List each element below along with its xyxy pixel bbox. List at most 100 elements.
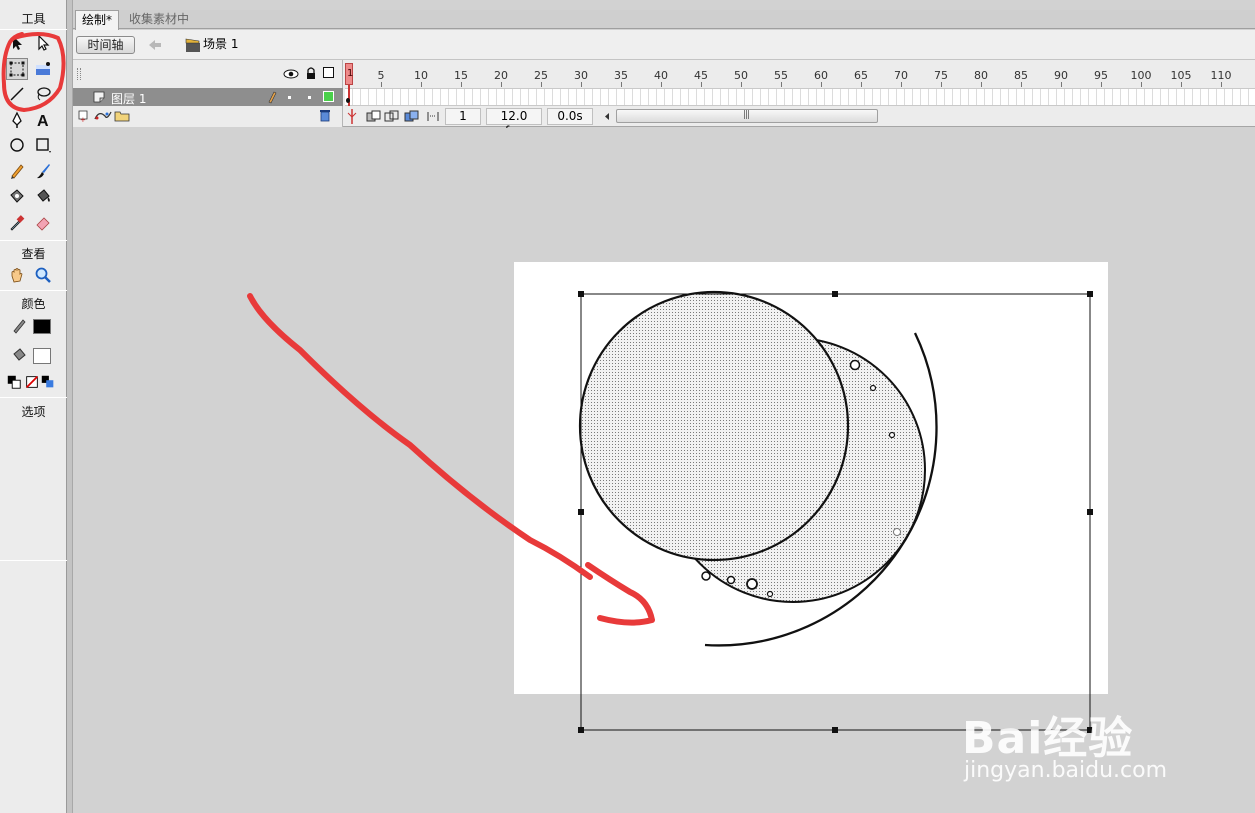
ruler-number: 35	[614, 69, 628, 82]
ruler-number: 105	[1170, 69, 1192, 82]
tab-draw[interactable]: 绘制*	[75, 10, 120, 30]
layer-outline-color-swatch[interactable]	[323, 91, 334, 102]
ruler-tick	[581, 82, 582, 87]
toolbox-panel: 工具 A 查看 颜色 选项	[0, 0, 67, 813]
ruler-number: 70	[894, 69, 908, 82]
frame-ruler[interactable]: 5 10 15 20 25 30 35 40 45 50 55 60 65 70 75 80 85 90 95 100…	[345, 63, 1255, 87]
watermark-logo: Bai经验	[962, 713, 1134, 764]
frame-strip[interactable]	[345, 88, 1255, 106]
ruler-tick	[461, 82, 462, 87]
scene-label[interactable]: 场景 1	[203, 37, 238, 52]
paint-bucket-tool-icon[interactable]	[32, 185, 54, 207]
elapsed-time-field[interactable]: 0.0s	[547, 108, 593, 125]
ruler-number: 95	[1094, 69, 1108, 82]
ruler-tick	[1141, 82, 1142, 87]
ruler-tick	[1061, 82, 1062, 87]
current-frame-field[interactable]: 1	[445, 108, 481, 125]
ruler-number: 40	[654, 69, 668, 82]
ruler-tick	[981, 82, 982, 87]
view-section-title: 查看	[21, 247, 46, 261]
ruler-tick	[1181, 82, 1182, 87]
document-tab-bar: 绘制* 收集素材中	[73, 10, 1255, 30]
edit-multiple-frames-icon[interactable]	[404, 110, 420, 123]
ruler-tick	[1021, 82, 1022, 87]
pencil-tool-icon[interactable]	[6, 160, 28, 182]
tab-collect-materials[interactable]: 收集素材中	[123, 10, 195, 29]
ruler-number: 55	[774, 69, 788, 82]
fill-color-bucket-icon	[8, 344, 30, 366]
ruler-number: 5	[377, 69, 385, 82]
ruler-tick	[1221, 82, 1222, 87]
rectangle-tool-icon[interactable]	[32, 134, 54, 156]
ruler-tick	[861, 82, 862, 87]
ruler-tick	[381, 82, 382, 87]
ruler-number: 25	[534, 69, 548, 82]
ruler-number: 65	[854, 69, 868, 82]
ruler-tick	[781, 82, 782, 87]
annotation-circle	[1, 32, 66, 113]
ruler-number: 15	[454, 69, 468, 82]
scene-clapper-icon	[185, 38, 200, 52]
outline-icon[interactable]	[323, 67, 334, 78]
timeline-panel: 图层 1 + 5 10 15 20 25 30 35 40 45 50 55 60 65 70 75 80 85…	[73, 60, 1255, 138]
center-frame-icon[interactable]	[346, 109, 358, 124]
stage-canvas[interactable]	[514, 262, 1108, 694]
options-section-title: 选项	[21, 405, 46, 419]
ruler-number: 80	[974, 69, 988, 82]
scrollbar-grip[interactable]: |||	[743, 110, 750, 120]
visibility-dot[interactable]	[288, 96, 291, 99]
edit-bar: 时间轴 场景 1	[73, 30, 1255, 60]
playhead[interactable]: 1	[345, 63, 353, 85]
eyedropper-tool-icon[interactable]	[6, 211, 28, 233]
eraser-tool-icon[interactable]	[32, 211, 54, 233]
ruler-tick	[501, 82, 502, 87]
default-colors-icon[interactable]	[6, 371, 22, 393]
ruler-tick	[701, 82, 702, 87]
stroke-color-pencil-icon	[8, 315, 30, 337]
ruler-number: 90	[1054, 69, 1068, 82]
back-arrow-icon[interactable]	[147, 38, 163, 52]
panel-grip[interactable]	[77, 68, 81, 80]
no-color-icon[interactable]	[24, 371, 40, 393]
layer-name[interactable]: 图层 1	[111, 90, 146, 107]
modify-onion-markers-icon[interactable]	[426, 110, 440, 123]
watermark-url: jingyan.baidu.com	[964, 758, 1168, 783]
frame-rate-field[interactable]: 12.0 fps	[486, 108, 542, 138]
lock-dot[interactable]	[308, 96, 311, 99]
toolbox-divider	[0, 397, 67, 398]
ruler-number: 85	[1014, 69, 1028, 82]
onion-skin-outlines-icon[interactable]	[384, 110, 400, 123]
toolbox-divider	[0, 560, 67, 561]
fill-color-swatch[interactable]	[33, 348, 51, 364]
timeline-toggle-button[interactable]: 时间轴	[76, 36, 135, 54]
ruler-number: 20	[494, 69, 508, 82]
hand-tool-icon[interactable]	[6, 264, 28, 286]
ruler-number: 60	[814, 69, 828, 82]
keyframe-dot[interactable]	[346, 98, 350, 103]
eye-icon[interactable]	[283, 68, 299, 80]
ruler-number: 10	[414, 69, 428, 82]
zoom-tool-icon[interactable]	[32, 264, 54, 286]
oval-tool-icon[interactable]	[6, 134, 28, 156]
timeline-horizontal-scrollbar[interactable]: |||	[616, 109, 878, 123]
ruler-number: 100	[1130, 69, 1152, 82]
onion-skin-icon[interactable]	[366, 110, 382, 123]
ruler-tick	[1101, 82, 1102, 87]
layer-row[interactable]: 图层 1	[73, 88, 343, 106]
swap-colors-icon[interactable]	[40, 371, 56, 393]
ruler-number: 50	[734, 69, 748, 82]
playhead-label: 1	[347, 68, 354, 79]
timeline-status-bar: 1 12.0 fps 0.0s |||	[73, 106, 1255, 138]
scroll-left-arrow-icon[interactable]	[603, 112, 611, 121]
edit-pencil-icon	[268, 91, 277, 104]
ruler-tick	[621, 82, 622, 87]
ruler-tick	[421, 82, 422, 87]
color-section-title: 颜色	[21, 297, 46, 311]
stroke-color-swatch[interactable]	[33, 319, 51, 334]
lock-icon[interactable]	[305, 66, 317, 80]
ruler-number: 75	[934, 69, 948, 82]
brush-tool-icon[interactable]	[32, 160, 54, 182]
ruler-tick	[741, 82, 742, 87]
ruler-number: 45	[694, 69, 708, 82]
ink-bottle-tool-icon[interactable]	[6, 185, 28, 207]
